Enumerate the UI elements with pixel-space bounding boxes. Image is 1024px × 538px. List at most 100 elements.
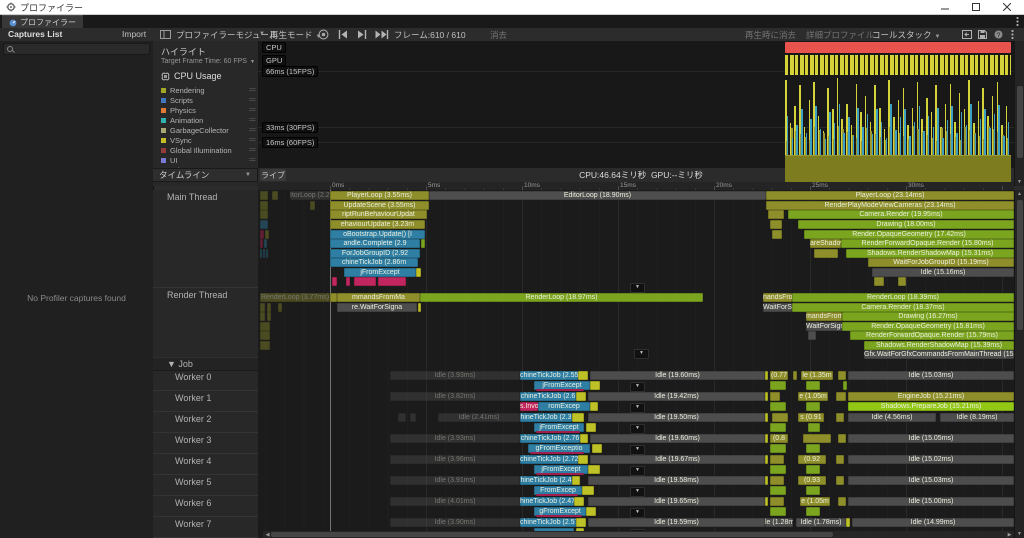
timeline-block[interactable]: RenderLoop (3.77ms) [260, 293, 330, 302]
thread-label-render-thread[interactable]: Render Thread [167, 290, 227, 300]
timeline-block[interactable] [582, 486, 594, 495]
cpu-selection-bar[interactable] [785, 42, 1011, 53]
timeline-block[interactable]: Idle (15.16ms) [872, 268, 1014, 277]
timeline-block[interactable] [576, 392, 586, 401]
timeline-block[interactable]: e (1.05m [798, 392, 828, 401]
timeline-block[interactable]: Idle (3.90ms) [390, 518, 520, 527]
timeline-block[interactable]: Idle (19.59ms) [588, 518, 765, 527]
thread-label-worker-1[interactable]: Worker 1 [175, 393, 211, 403]
clear-on-play-button[interactable]: 再生時に消去 [745, 29, 796, 41]
minimize-button[interactable] [930, 0, 960, 13]
expand-row-button[interactable]: ▼ [630, 466, 645, 476]
timeline-block[interactable]: Idle (1.78ms) [796, 518, 846, 527]
timeline-block[interactable]: chineTickJob (2.76 [520, 434, 580, 443]
timeline-block[interactable] [536, 473, 584, 475]
timeline-block[interactable]: jFromExcept [344, 268, 416, 277]
timeline-block[interactable] [354, 277, 376, 286]
timeline-block[interactable]: (0.93 [798, 476, 826, 485]
timeline-block[interactable] [806, 402, 820, 411]
timeline-block[interactable] [416, 268, 421, 277]
timeline-block[interactable]: nandsFrom [763, 293, 792, 302]
save-icon[interactable] [978, 30, 987, 39]
timeline-scroll-down-icon[interactable]: ▼ [1015, 531, 1024, 537]
timeline-block[interactable] [421, 239, 425, 248]
timeline-block[interactable] [838, 497, 846, 506]
timeline-block[interactable] [838, 434, 846, 443]
timeline-block[interactable]: Idle (4.01ms) [390, 497, 520, 506]
timeline-block[interactable]: mandsFromM [806, 312, 842, 321]
call-stacks-dropdown[interactable]: コールスタック ▼ [872, 29, 940, 41]
timeline-block[interactable] [592, 444, 602, 453]
clear-button[interactable]: 消去 [490, 29, 507, 41]
timeline-block[interactable]: ForJobGroupID (2.92 [330, 249, 420, 258]
timeline-block[interactable]: Idle (14.99ms) [852, 518, 1014, 527]
timeline-block[interactable] [770, 455, 784, 464]
expand-row-button[interactable]: ▼ [630, 283, 645, 293]
timeline-block[interactable]: UpdateScene (3.55ms) [330, 201, 429, 210]
timeline-block[interactable]: e (1.05m [800, 497, 830, 506]
timeline-block[interactable] [806, 381, 820, 390]
timeline-block[interactable] [332, 277, 337, 286]
timeline-block[interactable]: Idle (3.96ms) [390, 455, 520, 464]
timeline-block[interactable]: hineTickJob (2.4 [520, 476, 572, 485]
timeline-block[interactable]: Idle (3.93ms) [390, 371, 520, 380]
timeline-block[interactable]: andle.Complete (2.9 [330, 239, 420, 248]
tab-profiler[interactable]: プロファイラー [2, 15, 83, 29]
timeline-block[interactable] [578, 455, 588, 464]
load-icon[interactable] [962, 30, 972, 39]
thread-label-worker-3[interactable]: Worker 3 [175, 435, 211, 445]
timeline-block[interactable] [590, 381, 600, 390]
legend-item-physics[interactable]: Physics == [161, 105, 256, 115]
timeline-block[interactable]: Render.OpaqueGeometry (15.81ms) [842, 322, 1014, 331]
next-frame-button-icon[interactable] [357, 30, 367, 39]
timeline-block[interactable]: RenderForwardOpaque.Render (15.80ms) [841, 239, 1014, 248]
timeline-block[interactable]: Idle (3.93ms) [390, 434, 520, 443]
timeline-block[interactable] [576, 518, 586, 527]
timeline-block[interactable] [580, 434, 588, 443]
timeline-block[interactable]: hineTickJob (2.47 [520, 497, 574, 506]
timeline-block[interactable]: RenderLoop (18.39ms) [792, 293, 1014, 302]
timeline-block[interactable]: EngineJob (15.21ms) [848, 392, 1014, 401]
timeline-block[interactable] [260, 239, 263, 248]
timeline-block[interactable]: Idle (19.65ms) [588, 497, 765, 506]
timeline-block[interactable] [836, 476, 844, 485]
timeline-block[interactable]: Idle (19.50ms) [588, 413, 765, 422]
timeline-block[interactable] [770, 423, 786, 432]
modules-icon[interactable] [160, 30, 171, 39]
view-mode-dropdown[interactable]: タイムライン ▼ [153, 168, 258, 182]
thread-label-worker-2[interactable]: Worker 2 [175, 414, 211, 424]
timeline-block[interactable] [765, 476, 768, 485]
timeline-block[interactable]: Gfx.WaitForGfxCommandsFromMainThread (15… [864, 350, 1014, 359]
timeline-block[interactable] [260, 322, 270, 331]
timeline-block[interactable] [310, 201, 315, 210]
timeline-block[interactable]: romExcep [538, 402, 590, 411]
timeline-block[interactable]: WaitForJobGroupID (15.19ms) [868, 258, 1014, 267]
timeline-block[interactable]: RenderLoop (18.97ms) [420, 293, 703, 302]
timeline-block[interactable] [808, 423, 820, 432]
timeline-block[interactable]: hineTickJob (2.3 [520, 413, 572, 422]
timeline-block[interactable]: (0.77 [770, 371, 788, 380]
legend-drag-handle[interactable]: == [249, 97, 256, 104]
tab-menu-icon[interactable] [1016, 16, 1019, 27]
timeline-block[interactable] [260, 331, 270, 340]
thread-label-worker-6[interactable]: Worker 6 [175, 498, 211, 508]
legend-item-garbagecollector[interactable]: GarbageCollector == [161, 125, 256, 135]
legend-item-rendering[interactable]: Rendering == [161, 85, 256, 95]
thread-label-main-thread[interactable]: Main Thread [167, 192, 217, 202]
thread-label-worker-4[interactable]: Worker 4 [175, 456, 211, 466]
timeline-block[interactable] [260, 191, 268, 200]
timeline-hscrollbar-thumb[interactable] [271, 532, 833, 537]
timeline-block[interactable] [838, 371, 846, 380]
timeline-block[interactable]: EditorLoop (18.90ms) [429, 191, 766, 200]
timeline-block[interactable]: Camera.Render (18.37ms) [792, 303, 1014, 312]
timeline-block[interactable]: mmandsFromMa [337, 293, 420, 302]
timeline-block[interactable] [768, 210, 784, 219]
timeline-block[interactable]: Drawing (16.27ms) [842, 312, 1014, 321]
timeline-block[interactable] [398, 413, 406, 422]
timeline-block[interactable]: (0.92 [798, 455, 826, 464]
timeline-block[interactable]: WaitForSign [806, 322, 842, 331]
timeline-block[interactable]: s (0.91 [798, 413, 824, 422]
timeline-block[interactable] [378, 277, 406, 286]
chart-scroll-down-icon[interactable]: ▼ [1015, 179, 1024, 185]
timeline-block[interactable] [260, 341, 270, 350]
